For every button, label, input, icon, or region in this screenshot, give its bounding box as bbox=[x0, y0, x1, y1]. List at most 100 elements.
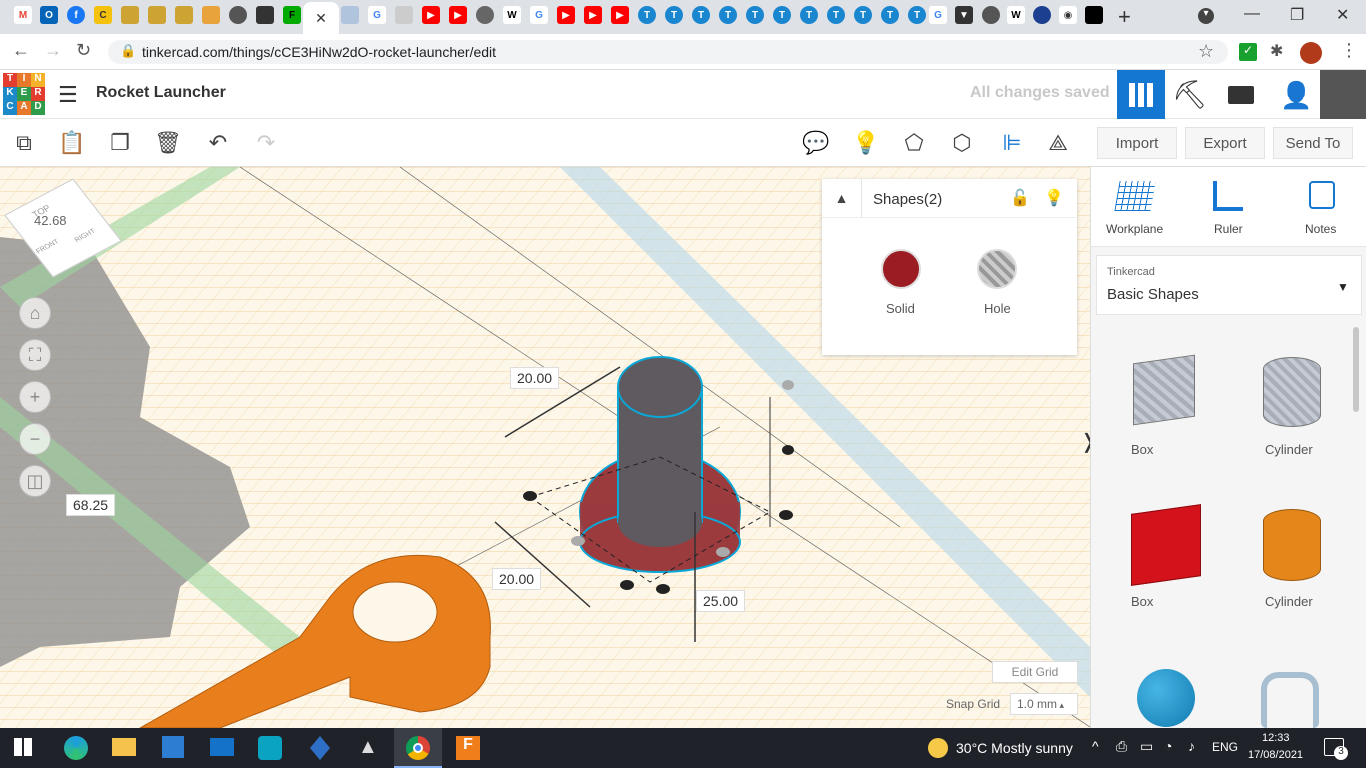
resize-handle[interactable] bbox=[716, 547, 730, 557]
site-tab-icon[interactable]: T bbox=[908, 6, 926, 24]
workplane-icon[interactable] bbox=[1114, 181, 1156, 211]
site-tab-icon[interactable]: T bbox=[854, 6, 872, 24]
resize-handle[interactable] bbox=[620, 580, 634, 590]
bbc-tab-icon[interactable] bbox=[1085, 6, 1103, 24]
comment-icon[interactable]: 💬 bbox=[802, 129, 830, 157]
redo-icon[interactable]: ↷ bbox=[252, 129, 280, 157]
minimize-button[interactable]: — bbox=[1244, 5, 1260, 23]
box-solid-shape[interactable] bbox=[1129, 504, 1201, 586]
site-tab-icon[interactable] bbox=[476, 6, 494, 24]
undo-icon[interactable]: ↶ bbox=[204, 129, 232, 157]
bricks-icon[interactable] bbox=[1228, 86, 1254, 104]
app-icon[interactable]: ▲ bbox=[358, 736, 378, 759]
delete-icon[interactable]: 🗑 bbox=[154, 129, 182, 157]
site-tab-icon[interactable]: ◉ bbox=[1059, 6, 1077, 24]
weather-icon[interactable] bbox=[928, 738, 948, 758]
site-tab-icon[interactable]: T bbox=[692, 6, 710, 24]
rotate-handle[interactable] bbox=[782, 380, 794, 390]
google-tab-icon[interactable]: G bbox=[530, 6, 548, 24]
close-window-button[interactable]: ✕ bbox=[1336, 5, 1349, 25]
site-tab-icon[interactable] bbox=[395, 6, 413, 24]
fit-view-icon[interactable]: ⛶ bbox=[19, 339, 51, 371]
site-tab-icon[interactable]: T bbox=[800, 6, 818, 24]
extension-check-icon[interactable]: ✓ bbox=[1239, 43, 1257, 61]
facebook-tab-icon[interactable]: f bbox=[67, 6, 85, 24]
edit-grid-button[interactable]: Edit Grid bbox=[992, 661, 1078, 683]
cylinder-hole-shape[interactable] bbox=[1259, 353, 1323, 433]
extensions-puzzle-icon[interactable]: ✱ bbox=[1270, 41, 1283, 61]
site-tab-icon[interactable]: T bbox=[881, 6, 899, 24]
design-title[interactable]: Rocket Launcher bbox=[96, 84, 226, 102]
youtube-tab-icon[interactable]: ▶ bbox=[611, 6, 629, 24]
wikipedia-tab-icon[interactable]: W bbox=[1007, 6, 1025, 24]
site-tab-icon[interactable] bbox=[1033, 6, 1051, 24]
dimension-length-label[interactable]: 20.00 bbox=[492, 568, 542, 590]
add-user-icon[interactable]: 👤 bbox=[1280, 80, 1312, 111]
solid-swatch[interactable] bbox=[881, 249, 921, 289]
language-indicator[interactable]: ENG bbox=[1212, 740, 1238, 754]
weather-text[interactable]: 30°C Mostly sunny bbox=[956, 740, 1073, 756]
home-view-icon[interactable]: ⌂ bbox=[19, 297, 51, 329]
site-tab-icon[interactable] bbox=[148, 6, 166, 24]
lightbulb-icon[interactable]: 💡 bbox=[852, 129, 880, 157]
mail-icon[interactable] bbox=[210, 738, 234, 756]
site-tab-icon[interactable]: T bbox=[827, 6, 845, 24]
app-icon[interactable] bbox=[310, 736, 330, 760]
lock-icon[interactable]: 🔓 bbox=[1010, 188, 1030, 208]
new-tab-button[interactable]: + bbox=[1118, 4, 1131, 30]
collapse-icon[interactable]: ▲ bbox=[822, 179, 862, 217]
dimension-height-label[interactable]: 25.00 bbox=[696, 590, 746, 612]
site-tab-icon[interactable] bbox=[982, 6, 1000, 24]
site-tab-icon[interactable]: T bbox=[773, 6, 791, 24]
import-button[interactable]: Import bbox=[1097, 127, 1177, 159]
google-tab-icon[interactable]: G bbox=[929, 6, 947, 24]
tray-chevron-icon[interactable]: ^ bbox=[1092, 738, 1099, 754]
file-explorer-icon[interactable] bbox=[112, 738, 136, 756]
resize-handle[interactable] bbox=[571, 536, 585, 546]
hole-swatch[interactable] bbox=[977, 249, 1017, 289]
site-tab-icon[interactable]: F bbox=[283, 6, 301, 24]
site-tab-icon[interactable]: T bbox=[746, 6, 764, 24]
browser-menu-icon[interactable]: ⋮ bbox=[1340, 40, 1358, 61]
site-tab-icon[interactable] bbox=[175, 6, 193, 24]
clock-time[interactable]: 12:33 bbox=[1262, 732, 1290, 744]
library-select[interactable]: Tinkercad Basic Shapes ▼ bbox=[1096, 255, 1362, 315]
resize-handle[interactable] bbox=[779, 510, 793, 520]
back-arrow-icon[interactable]: ← bbox=[12, 40, 30, 61]
site-tab-icon[interactable] bbox=[341, 6, 359, 24]
youtube-tab-icon[interactable]: ▶ bbox=[422, 6, 440, 24]
duplicate-icon[interactable]: ❐ bbox=[106, 129, 134, 157]
sphere-shape[interactable] bbox=[1137, 669, 1195, 727]
tinkercad-logo[interactable]: T I N K E R C A D bbox=[3, 73, 45, 115]
mirror-icon[interactable]: ⟁ bbox=[1044, 129, 1072, 157]
notes-icon[interactable] bbox=[1309, 181, 1335, 209]
scribble-shape[interactable] bbox=[1261, 672, 1319, 728]
bookmark-star-icon[interactable]: ☆ bbox=[1198, 41, 1214, 62]
site-tab-icon[interactable] bbox=[256, 6, 274, 24]
site-tab-icon[interactable]: T bbox=[638, 6, 656, 24]
gmail-tab-icon[interactable]: M bbox=[14, 6, 32, 24]
ungroup-icon[interactable]: ⬡ bbox=[948, 129, 976, 157]
app-icon[interactable] bbox=[258, 736, 282, 760]
store-icon[interactable] bbox=[162, 736, 184, 758]
user-avatar[interactable] bbox=[1320, 70, 1366, 119]
site-tab-icon[interactable]: ▼ bbox=[955, 6, 973, 24]
resize-handle[interactable] bbox=[523, 491, 537, 501]
site-tab-icon[interactable]: C bbox=[94, 6, 112, 24]
design-list-icon[interactable]: ☰ bbox=[58, 82, 78, 108]
scrollbar-thumb[interactable] bbox=[1353, 327, 1359, 412]
pickaxe-icon[interactable]: ⛏ bbox=[1172, 78, 1208, 111]
resize-handle[interactable] bbox=[656, 584, 670, 594]
dimension-width-label[interactable]: 20.00 bbox=[510, 367, 560, 389]
site-tab-icon[interactable] bbox=[121, 6, 139, 24]
copy-icon[interactable]: ⧉ bbox=[10, 129, 38, 157]
zoom-in-icon[interactable]: + bbox=[19, 381, 51, 413]
site-tab-icon[interactable]: T bbox=[719, 6, 737, 24]
cylinder-solid-shape[interactable] bbox=[1259, 505, 1323, 585]
ruler-icon[interactable] bbox=[1213, 181, 1243, 211]
site-tab-icon[interactable] bbox=[202, 6, 220, 24]
export-button[interactable]: Export bbox=[1185, 127, 1265, 159]
send-to-button[interactable]: Send To bbox=[1273, 127, 1353, 159]
youtube-tab-icon[interactable]: ▶ bbox=[449, 6, 467, 24]
maximize-button[interactable]: ❐ bbox=[1290, 5, 1304, 25]
